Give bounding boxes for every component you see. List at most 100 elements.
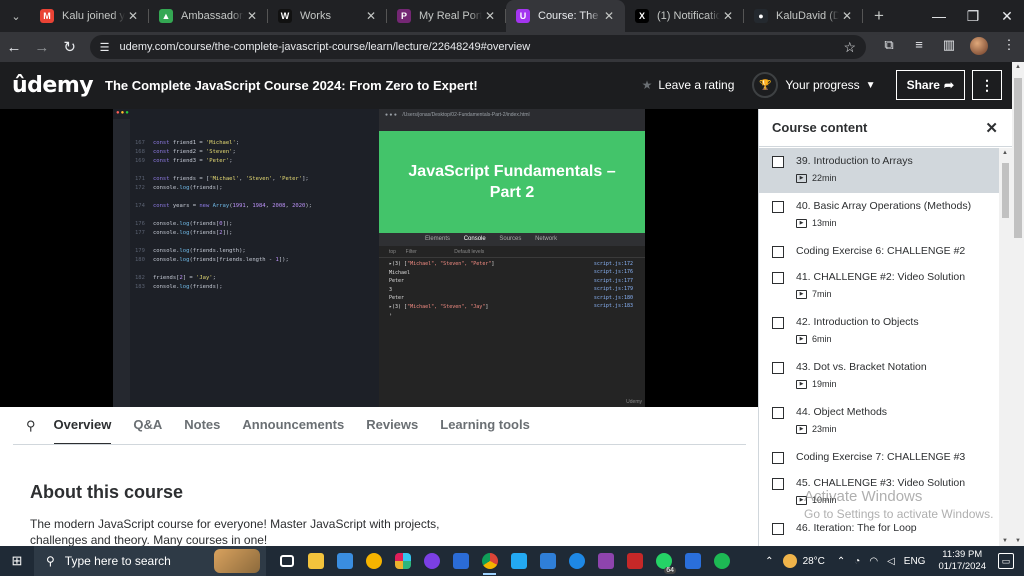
scrollbar-thumb[interactable] [1014,78,1022,238]
store-icon[interactable] [330,546,359,576]
browser-tab[interactable]: W Works ✕ [268,0,387,32]
lecture-item[interactable]: 39. Introduction to Arrays ▶ 22min [759,148,999,193]
bookmark-star-icon[interactable]: ☆ [843,39,856,56]
lecture-item[interactable]: 42. Introduction to Objects ▶ 6min [759,309,999,354]
lecture-checkbox[interactable] [772,156,784,168]
clock[interactable]: 11:39 PM 01/17/2024 [938,549,986,573]
lecture-checkbox[interactable] [772,362,784,374]
chrome-menu-icon[interactable]: ⋮ [994,37,1024,58]
close-tab-icon[interactable]: ✕ [601,9,617,23]
back-button[interactable]: ← [0,39,28,56]
close-tab-icon[interactable]: ✕ [244,9,260,23]
about-description: The modern JavaScript course for everyon… [30,517,440,547]
search-icon[interactable]: ⚲ [26,418,36,434]
address-bar[interactable]: ☰ udemy.com/course/the-complete-javascri… [89,35,867,59]
recorder-icon[interactable] [620,546,649,576]
udemy-logo[interactable]: ûdemy [0,73,94,98]
scrollbar-thumb[interactable] [1002,163,1009,218]
tab-reviews[interactable]: Reviews [366,407,418,445]
extensions-icon[interactable]: ⧉ [874,37,904,58]
wifi-icon[interactable]: ◠ [869,556,878,567]
spotify-icon[interactable] [707,546,736,576]
browser-tab[interactable]: U Course: The Com✕ [506,0,625,32]
reload-button[interactable]: ↻ [56,38,84,56]
tab-overview[interactable]: Overview [53,407,112,445]
forward-button[interactable]: → [28,39,56,56]
mail-icon[interactable] [533,546,562,576]
lecture-checkbox[interactable] [772,317,784,329]
vpn-icon[interactable] [678,546,707,576]
taskbar-search-input[interactable]: ⚲ Type here to search [34,546,266,576]
browser-tab[interactable]: M Kalu joined your✕ [30,0,149,32]
browser-tab[interactable]: P My Real Portfolio✕ [387,0,506,32]
scroll-up-icon[interactable]: ▲ [1002,150,1008,156]
profile-avatar[interactable] [964,36,994,58]
lecture-checkbox[interactable] [772,201,784,213]
your-progress-button[interactable]: 🏆 Your progress ▼ [752,72,876,98]
lecture-checkbox[interactable] [772,523,784,535]
vscode-icon[interactable] [504,546,533,576]
sidebar-scrollbar[interactable]: ▲ ▼ [999,148,1012,546]
close-tab-icon[interactable]: ✕ [839,9,855,23]
close-tab-icon[interactable]: ✕ [482,9,498,23]
close-window-button[interactable]: ✕ [990,0,1024,32]
browser-tab[interactable]: X (1) Notifications✕ [625,0,744,32]
network-icon[interactable]: ◔ [854,556,860,567]
lecture-checkbox[interactable] [772,407,784,419]
notifications-icon[interactable]: ▭ [998,553,1014,569]
tab-announcements[interactable]: Announcements [242,407,344,445]
lecture-item[interactable]: Coding Exercise 7: CHALLENGE #3 [759,444,999,470]
share-button[interactable]: Share ➦ [895,70,965,100]
minimize-button[interactable]: — [922,0,956,32]
lecture-item[interactable]: 43. Dot vs. Bracket Notation ▶ 19min [759,354,999,399]
leave-rating-button[interactable]: ★ Leave a rating [642,78,735,92]
tab-notes[interactable]: Notes [184,407,220,445]
scroll-down-icon[interactable]: ▼ [1015,538,1021,544]
defender-icon[interactable] [446,546,475,576]
lecture-checkbox[interactable] [772,272,784,284]
close-tab-icon[interactable]: ✕ [720,9,736,23]
slack-icon[interactable] [388,546,417,576]
volume-icon[interactable]: ◁ [887,556,895,567]
scroll-up-icon[interactable]: ▲ [1015,64,1021,70]
task-view-icon[interactable] [272,546,301,576]
show-hidden-icons[interactable]: ⌃ [837,556,845,567]
restore-button[interactable]: ❐ [956,0,990,32]
site-info-icon[interactable]: ☰ [100,41,110,54]
lecture-checkbox[interactable] [772,478,784,490]
lecture-checkbox[interactable] [772,452,784,464]
side-panel-icon[interactable]: ▥ [934,37,964,58]
whatsapp-icon[interactable]: 64 [649,546,678,576]
scroll-down-icon[interactable]: ▼ [1002,538,1008,544]
media-controls-icon[interactable]: ≡ [904,37,934,58]
more-options-button[interactable]: ⋮ [972,70,1002,100]
chrome-canary-icon[interactable] [359,546,388,576]
obs-icon[interactable] [417,546,446,576]
tab-separator [862,9,863,23]
close-tab-icon[interactable]: ✕ [125,9,141,23]
close-tab-icon[interactable]: ✕ [363,9,379,23]
browser-tab[interactable]: ▲ Ambassadors H✕ [149,0,268,32]
lecture-checkbox[interactable] [772,246,784,258]
tab-learning-tools[interactable]: Learning tools [440,407,530,445]
lecture-item[interactable]: 41. CHALLENGE #2: Video Solution ▶ 7min [759,264,999,309]
windows-start-icon[interactable]: ⊞ [0,553,34,569]
file-explorer-icon[interactable] [301,546,330,576]
tab-qa[interactable]: Q&A [133,407,162,445]
video-player[interactable]: ●●● 167 const friend1 = 'Michael'; 168 con… [0,109,758,407]
weather-widget[interactable]: 28°C [782,554,825,568]
close-icon[interactable]: ✕ [985,119,998,137]
browser-tab[interactable]: ● KaluDavid (Dhav✕ [744,0,863,32]
language-indicator[interactable]: ENG [904,556,926,567]
tab-search-button[interactable]: ⌄ [2,4,30,28]
lecture-item[interactable]: Coding Exercise 6: CHALLENGE #2 [759,238,999,264]
new-tab-button[interactable]: + [865,6,893,26]
powerapps-icon[interactable] [591,546,620,576]
page-scrollbar[interactable]: ▲ ▼ [1012,62,1024,546]
copilot-icon[interactable] [562,546,591,576]
course-title[interactable]: The Complete JavaScript Course 2024: Fro… [105,78,478,93]
chrome-icon[interactable] [475,546,504,576]
lecture-item[interactable]: 40. Basic Array Operations (Methods) ▶ 13m… [759,193,999,238]
lecture-item[interactable]: 44. Object Methods ▶ 23min [759,399,999,444]
tray-expand-icon[interactable]: ⌃ [765,556,773,567]
